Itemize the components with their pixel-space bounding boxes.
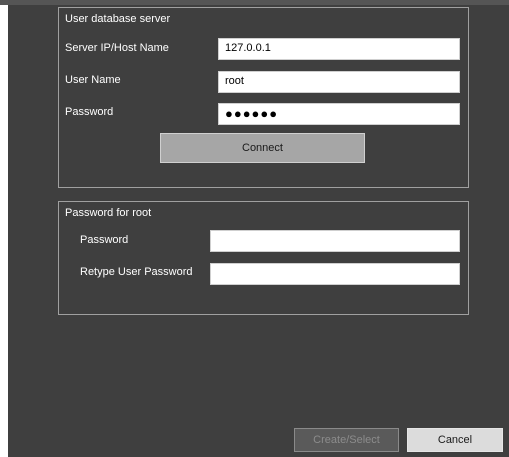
title-bar-edge <box>0 0 509 5</box>
cancel-button[interactable]: Cancel <box>407 428 503 452</box>
user-name-label: User Name <box>65 74 121 86</box>
root-password-group-title: Password for root <box>65 207 152 219</box>
host-label: Server IP/Host Name <box>65 42 169 54</box>
db-server-group-title: User database server <box>65 13 171 25</box>
password-label: Password <box>65 106 114 118</box>
root-password-label: Password <box>80 234 129 246</box>
host-input[interactable]: 127.0.0.1 <box>218 38 460 60</box>
root-password-input[interactable] <box>210 230 460 252</box>
password-input[interactable]: ●●●●●● <box>218 103 460 125</box>
connect-button[interactable]: Connect <box>160 133 365 163</box>
retype-password-input[interactable] <box>210 263 460 285</box>
create-select-button[interactable]: Create/Select <box>294 428 399 452</box>
user-name-input[interactable]: root <box>218 71 460 93</box>
retype-password-label: Retype User Password <box>80 266 193 278</box>
